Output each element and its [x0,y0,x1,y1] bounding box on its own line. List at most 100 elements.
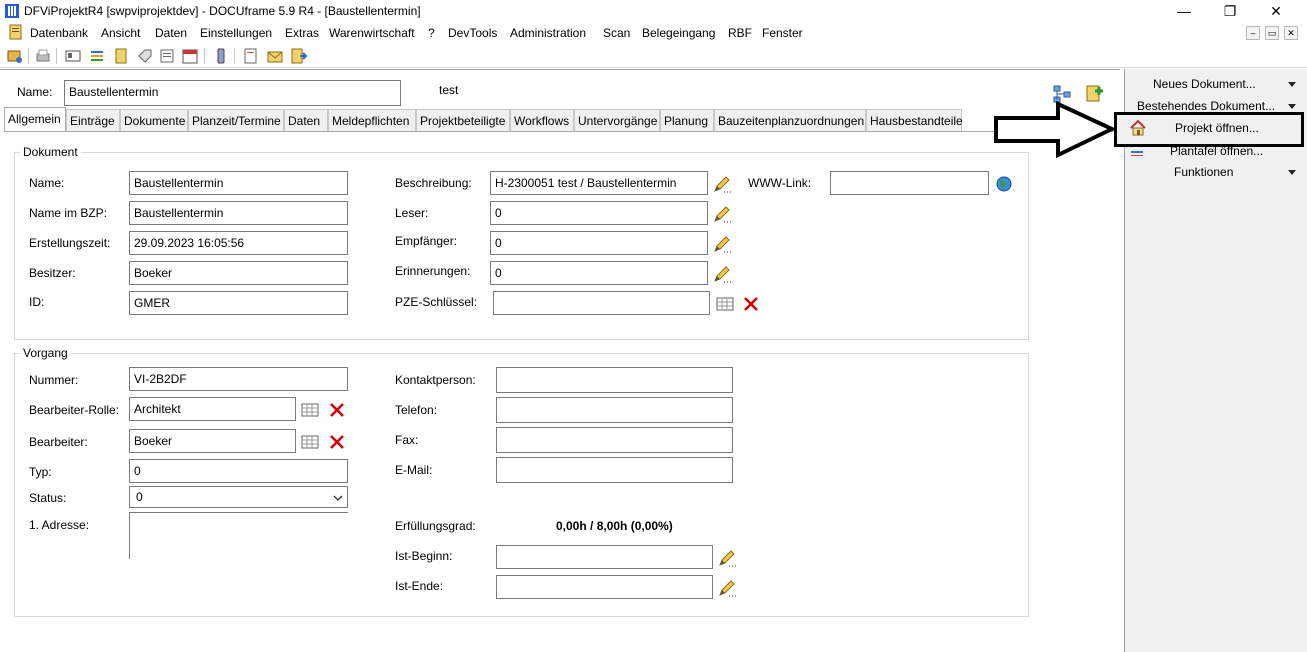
doc-desc-label: Beschreibung: [395,176,472,190]
edit-reminder-pencil-icon[interactable] [712,264,732,284]
vg-number-field[interactable]: VI-2B2DF [129,367,348,391]
mdi-minimize-button[interactable]: – [1246,26,1260,40]
documents-icon[interactable] [112,47,130,65]
vg-end-label: Ist-Ende: [395,579,444,593]
side-existing-document-caret-icon[interactable] [1288,104,1296,109]
side-new-document-caret-icon[interactable] [1288,82,1296,87]
side-existing-document[interactable]: Bestehendes Dokument... [1137,99,1275,113]
side-plantafel[interactable]: Plantafel öffnen... [1170,144,1263,155]
edit-recipient-pencil-icon[interactable] [712,234,732,254]
side-panel [1124,69,1307,652]
vg-phone-field[interactable] [496,397,733,423]
house-icon [1129,119,1147,137]
vg-contact-field[interactable] [496,367,733,393]
vg-contact-label: Kontaktperson: [395,373,476,387]
doc-owner-field[interactable]: Boeker [129,261,348,285]
menu-einstellungen[interactable]: Einstellungen [200,26,272,40]
edit-description-pencil-icon[interactable] [712,174,732,194]
edit-start-pencil-icon[interactable] [717,548,737,568]
tab-eintraege[interactable]: Einträge [66,109,120,131]
menu-bar: Datenbank Ansicht Daten Einstellungen Ex… [0,22,1307,42]
vg-start-field[interactable] [496,545,713,569]
list-icon[interactable] [88,47,106,65]
print-icon[interactable] [34,47,52,65]
calendar-icon[interactable] [181,47,199,65]
mail-folder-icon[interactable] [266,47,284,65]
doc-recipient-label: Empfänger: [395,234,458,248]
doc-reader-field[interactable]: 0 [490,201,708,225]
tab-projektbeteiligte[interactable]: Projektbeteiligte [416,109,510,131]
doc-www-field[interactable] [830,171,989,195]
tab-hausbestandteile[interactable]: Hausbestandteile [866,109,963,131]
chevron-down-icon[interactable] [333,492,343,502]
pze-select-table-icon[interactable] [715,294,735,314]
vg-type-field[interactable]: 0 [129,459,348,483]
vg-email-field[interactable] [496,457,733,483]
tab-bauzeitenplanzuordnungen[interactable]: Bauzeitenplanzuordnungen [714,109,866,131]
edit-end-pencil-icon[interactable] [717,578,737,598]
menu-belegeingang[interactable]: Belegeingang [642,26,715,40]
doc-bzp-field[interactable]: Baustellentermin [129,201,348,225]
role-select-table-icon[interactable] [300,400,320,420]
close-button[interactable]: ✕ [1253,0,1299,22]
minimize-button[interactable]: — [1161,0,1207,22]
header-extra-text: test [439,83,459,97]
notes-icon[interactable] [158,47,176,65]
menu-ansicht[interactable]: Ansicht [101,26,140,40]
doc-pze-field[interactable] [493,291,710,315]
vg-type-label: Typ: [29,465,52,479]
tab-workflows[interactable]: Workflows [510,109,574,131]
connect-icon[interactable] [6,47,24,65]
vg-status-select[interactable]: 0 [129,486,348,508]
tab-meldepflichten[interactable]: Meldepflichten [328,109,416,131]
doc-recipient-field[interactable]: 0 [490,231,708,255]
doc-desc-field[interactable]: H-2300051 test / Baustellentermin [490,171,708,195]
restore-button[interactable]: ❐ [1207,0,1253,22]
side-new-document[interactable]: Neues Dokument... [1153,77,1256,91]
menu-extras[interactable]: Extras [285,26,319,40]
menu-datenbank[interactable]: Datenbank [30,26,88,40]
vg-fax-field[interactable] [496,427,733,453]
phone-icon[interactable] [212,47,230,65]
tab-untervorgaenge[interactable]: Untervorgänge [574,109,660,131]
menu-devtools[interactable]: DevTools [448,26,497,40]
tab-planzeit-termine[interactable]: Planzeit/Termine [188,109,284,131]
doc-name-field[interactable]: Baustellentermin [129,171,348,195]
menu-warenwirtschaft[interactable]: Warenwirtschaft [329,26,415,40]
doc-created-field[interactable]: 29.09.2023 16:05:56 [129,231,348,255]
menu-administration[interactable]: Administration [510,26,586,40]
editor-select-table-icon[interactable] [300,432,320,452]
menu-fenster[interactable]: Fenster [762,26,803,40]
pze-clear-icon[interactable] [741,294,761,314]
edit-reader-pencil-icon[interactable] [712,204,732,224]
menu-daten[interactable]: Daten [155,26,187,40]
tab-planung[interactable]: Planung [660,109,714,131]
menu-rbf[interactable]: RBF [728,26,752,40]
tab-daten[interactable]: Daten [284,109,328,131]
vg-end-field[interactable] [496,575,713,599]
vg-editor-field[interactable]: Boeker [129,429,296,453]
menu-help[interactable]: ? [428,26,435,40]
tag-icon[interactable] [136,47,154,65]
side-functions[interactable]: Funktionen [1174,165,1233,179]
globe-icon[interactable] [994,174,1014,194]
tab-allgemein[interactable]: Allgemein [4,107,66,131]
import-icon[interactable] [290,47,308,65]
vg-address-field[interactable] [129,512,348,559]
doc-reminder-field[interactable]: 0 [490,261,708,285]
mdi-close-button[interactable]: ✕ [1284,26,1298,40]
editor-clear-icon[interactable] [327,432,347,452]
side-open-project[interactable]: Projekt öffnen... [1175,121,1259,135]
vg-role-field[interactable]: Architekt [129,397,296,421]
doc-reader-label: Leser: [395,206,429,220]
id-card-icon[interactable] [64,47,82,65]
mdi-restore-button[interactable]: ▭ [1265,26,1279,40]
role-clear-icon[interactable] [327,400,347,420]
header-name-field[interactable]: Baustellentermin [64,80,401,106]
new-entry-icon[interactable] [242,47,260,65]
menu-scan[interactable]: Scan [603,26,630,40]
tab-dokumente[interactable]: Dokumente [120,109,188,131]
doc-id-field[interactable]: GMER [129,291,348,315]
side-functions-caret-icon[interactable] [1288,170,1296,175]
toolbar-separator [28,48,29,64]
